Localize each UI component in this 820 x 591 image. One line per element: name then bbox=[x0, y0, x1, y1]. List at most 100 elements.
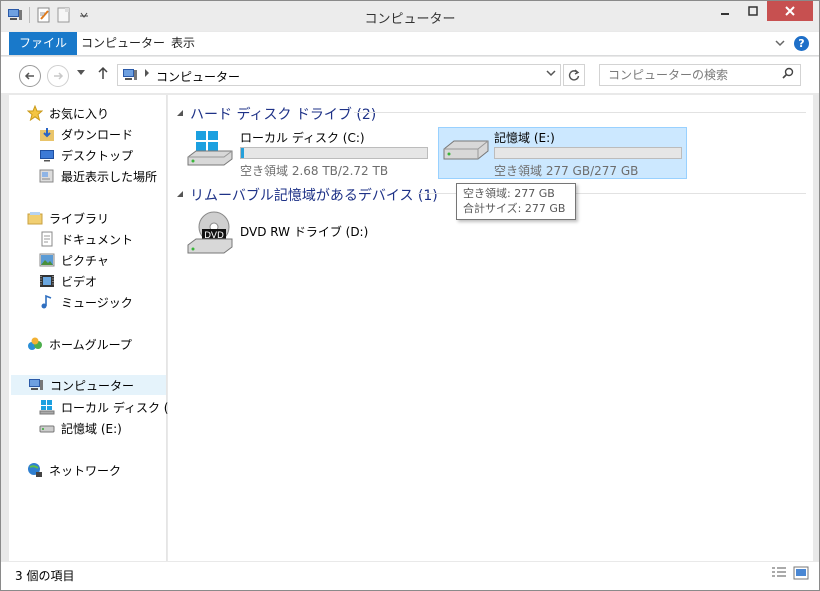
search-icon[interactable] bbox=[782, 67, 794, 82]
drive-tooltip: 空き領域: 277 GB 合計サイズ: 277 GB bbox=[456, 183, 576, 220]
details-view-icon[interactable] bbox=[771, 566, 787, 583]
breadcrumb[interactable]: コンピューター bbox=[156, 68, 240, 85]
group-header-removable[interactable]: リムーバブル記憶域があるデバイス (1) bbox=[176, 185, 438, 205]
nav-item-label: ドキュメント bbox=[61, 232, 134, 247]
nav-item-label: ミュージック bbox=[61, 295, 133, 310]
tab-file[interactable]: ファイル bbox=[9, 32, 78, 55]
nav-item-recent-places[interactable]: 最近表示した場所 bbox=[39, 166, 157, 186]
nav-item-label: 記憶域 (E:) bbox=[61, 421, 122, 436]
maximize-button[interactable] bbox=[739, 1, 767, 21]
nav-item-label: 最近表示した場所 bbox=[61, 169, 158, 184]
breadcrumb-separator-icon[interactable] bbox=[144, 69, 150, 79]
nav-network-label: ネットワーク bbox=[49, 463, 122, 478]
dvd-drive-icon: DVD bbox=[186, 211, 234, 260]
nav-item-storage-drive[interactable]: 記憶域 (E:) bbox=[39, 418, 122, 438]
up-button[interactable] bbox=[97, 66, 109, 84]
music-note-icon bbox=[39, 294, 55, 310]
tooltip-total-size: 合計サイズ: 277 GB bbox=[463, 202, 566, 215]
group-title: リムーバブル記憶域があるデバイス (1) bbox=[190, 188, 438, 204]
library-folder-icon bbox=[27, 210, 43, 226]
nav-network[interactable]: ネットワーク bbox=[27, 460, 121, 480]
hard-drive-icon bbox=[442, 135, 490, 174]
refresh-icon bbox=[568, 69, 580, 81]
drive-free-space: 空き領域 277 GB/277 GB bbox=[494, 164, 639, 178]
forward-button[interactable] bbox=[47, 65, 69, 87]
content-pane: ハード ディスク ドライブ (2) ローカル ディスク (C:) 空き領域 2.… bbox=[168, 95, 813, 561]
explorer-window: コンピューター ファイル コンピューター 表示 ? コンピューター コンピュータ… bbox=[0, 0, 820, 591]
nav-item-music[interactable]: ミュージック bbox=[39, 292, 133, 312]
group-header-hard-disks[interactable]: ハード ディスク ドライブ (2) bbox=[176, 104, 376, 124]
nav-favorites[interactable]: お気に入り bbox=[26, 103, 110, 123]
item-count: 3 個の項目 bbox=[15, 569, 75, 583]
nav-computer[interactable]: コンピューター bbox=[11, 375, 166, 395]
drive-tile-dvd[interactable]: DVD DVD RW ドライブ (D:) bbox=[186, 209, 431, 261]
tab-view[interactable]: 表示 bbox=[159, 32, 207, 55]
address-history-icon[interactable] bbox=[546, 69, 556, 80]
nav-item-desktop[interactable]: デスクトップ bbox=[39, 145, 133, 165]
drive-usage-bar bbox=[240, 147, 428, 159]
computer-icon bbox=[122, 67, 138, 83]
refresh-button[interactable] bbox=[563, 64, 585, 86]
address-bar[interactable]: コンピューター bbox=[117, 64, 561, 86]
nav-homegroup[interactable]: ホームグループ bbox=[27, 334, 132, 354]
back-arrow-icon bbox=[24, 72, 34, 80]
drive-usage-bar bbox=[494, 147, 682, 159]
nav-item-local-disk[interactable]: ローカル ディスク (C:) bbox=[39, 397, 186, 417]
homegroup-icon bbox=[27, 336, 43, 352]
nav-item-pictures[interactable]: ピクチャ bbox=[39, 250, 109, 270]
nav-item-documents[interactable]: ドキュメント bbox=[39, 229, 133, 249]
collapse-triangle-icon[interactable] bbox=[176, 190, 184, 200]
help-icon[interactable]: ? bbox=[794, 36, 809, 51]
nav-libraries[interactable]: ライブラリ bbox=[27, 208, 109, 228]
nav-computer-label: コンピューター bbox=[50, 378, 135, 393]
nav-item-label: ダウンロード bbox=[61, 127, 134, 142]
star-icon bbox=[26, 104, 44, 122]
group-title: ハード ディスク ドライブ (2) bbox=[190, 107, 377, 123]
hard-drive-icon bbox=[39, 420, 55, 436]
drive-name: DVD RW ドライブ (D:) bbox=[240, 225, 369, 239]
search-box bbox=[599, 64, 801, 86]
nav-item-label: デスクトップ bbox=[61, 148, 134, 163]
ribbon-expand-icon[interactable] bbox=[775, 37, 785, 50]
title-bar: コンピューター bbox=[1, 1, 819, 31]
recent-locations-icon[interactable] bbox=[77, 69, 85, 78]
ribbon-tabs: ファイル コンピューター 表示 ? bbox=[1, 32, 819, 56]
network-icon bbox=[27, 462, 43, 478]
close-button[interactable] bbox=[767, 1, 813, 21]
drive-name: 記憶域 (E:) bbox=[494, 131, 555, 145]
group-divider bbox=[354, 112, 806, 113]
up-arrow-icon bbox=[98, 66, 108, 79]
nav-item-label: ピクチャ bbox=[61, 253, 109, 268]
videos-icon bbox=[39, 273, 55, 289]
drive-free-space: 空き領域 2.68 TB/2.72 TB bbox=[240, 164, 389, 178]
drive-usage-fill bbox=[241, 148, 244, 158]
window-title: コンピューター bbox=[364, 12, 456, 27]
nav-item-label: ビデオ bbox=[61, 274, 98, 289]
back-button[interactable] bbox=[19, 65, 41, 87]
forward-arrow-icon bbox=[54, 72, 64, 80]
nav-favorites-label: お気に入り bbox=[49, 106, 110, 121]
maximize-icon bbox=[748, 6, 758, 16]
drive-tile-local-disk[interactable]: ローカル ディスク (C:) 空き領域 2.68 TB/2.72 TB bbox=[186, 127, 431, 179]
nav-item-label: ローカル ディスク (C:) bbox=[61, 400, 186, 415]
collapse-triangle-icon[interactable] bbox=[176, 109, 184, 119]
drive-tile-storage[interactable]: 記憶域 (E:) 空き領域 277 GB/277 GB bbox=[440, 127, 685, 179]
minimize-button[interactable] bbox=[711, 1, 739, 21]
large-icons-view-icon[interactable] bbox=[793, 566, 809, 583]
nav-libraries-label: ライブラリ bbox=[49, 211, 110, 226]
windows-drive-icon bbox=[39, 399, 55, 415]
desktop-icon bbox=[39, 147, 55, 163]
view-switcher bbox=[771, 566, 809, 583]
recent-places-icon bbox=[39, 168, 55, 184]
window-controls bbox=[711, 1, 813, 21]
status-bar: 3 個の項目 bbox=[1, 562, 819, 590]
nav-item-downloads[interactable]: ダウンロード bbox=[39, 124, 133, 144]
computer-icon bbox=[28, 377, 44, 393]
pictures-icon bbox=[39, 252, 55, 268]
windows-drive-icon bbox=[186, 131, 234, 174]
minimize-icon bbox=[721, 13, 729, 15]
nav-homegroup-label: ホームグループ bbox=[49, 337, 132, 352]
nav-item-videos[interactable]: ビデオ bbox=[39, 271, 97, 291]
documents-icon bbox=[39, 231, 55, 247]
search-input[interactable] bbox=[600, 65, 770, 85]
